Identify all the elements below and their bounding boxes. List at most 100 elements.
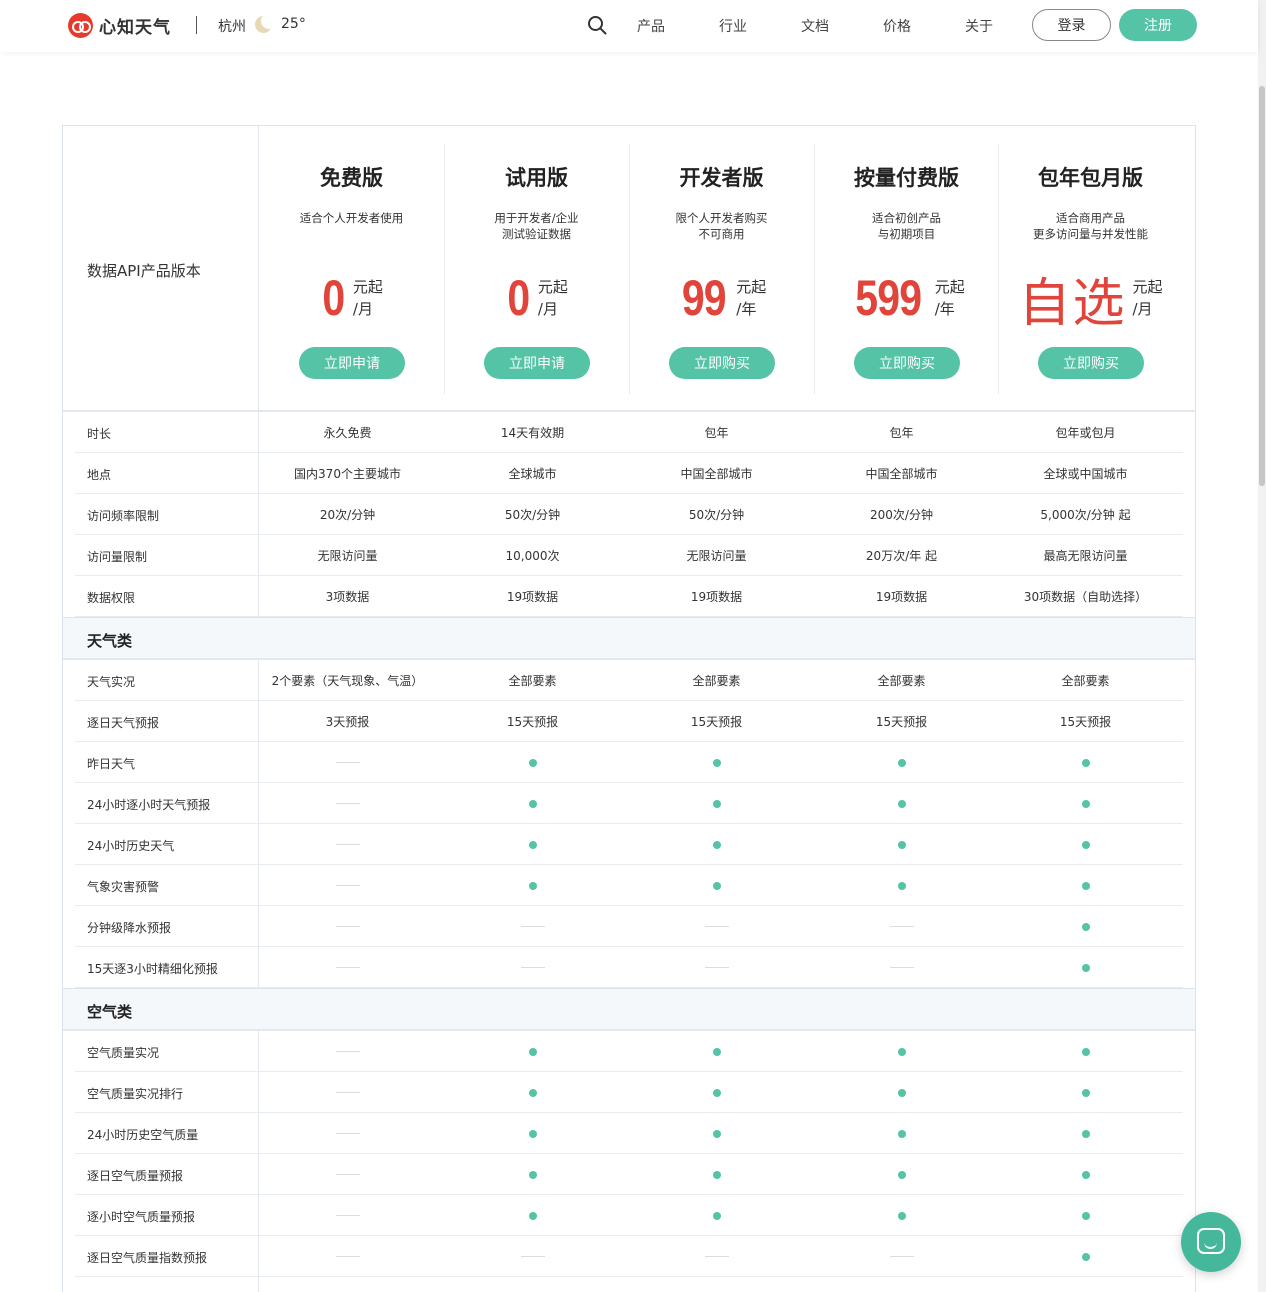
included-dot-icon (712, 881, 721, 890)
row-label: 逐小时空气质量预报 (87, 1210, 196, 1224)
row-label-cell: 24小时历史天气 (63, 824, 259, 865)
plan-cta-button[interactable]: 立即购买 (669, 347, 775, 379)
table-cell (440, 783, 625, 824)
table-cell (255, 1154, 440, 1195)
login-button[interactable]: 登录 (1032, 9, 1111, 41)
table-row: 24小时历史空气质量 (63, 1113, 1195, 1154)
nav-pricing[interactable]: 价格 (867, 16, 927, 36)
table-cell (255, 947, 440, 988)
cell-value: 14天有效期 (500, 426, 565, 440)
not-included-dash-icon (335, 1215, 360, 1216)
table-row (63, 1277, 1195, 1292)
table-cell (809, 1195, 994, 1236)
table-cell (440, 906, 625, 947)
row-label: 气象灾害预警 (87, 880, 160, 894)
table-cell: 最高无限访问量 (993, 535, 1178, 576)
table-cell (624, 865, 809, 906)
plan-separator (629, 144, 630, 394)
nav-about[interactable]: 关于 (949, 16, 1009, 36)
search-icon[interactable] (587, 15, 607, 35)
plan-column: 包年包月版 适合商用产品 更多访问量与并发性能 自选 元起/月 立即购买 (998, 126, 1183, 410)
nav-products[interactable]: 产品 (621, 16, 681, 36)
row-label-cell: 时长 (63, 412, 259, 453)
plan-price-unit: 元起/年 (736, 276, 766, 320)
plan-cta-button[interactable]: 立即申请 (484, 347, 590, 379)
not-included-dash-icon (520, 1256, 545, 1257)
row-label-cell: 逐小时空气质量预报 (63, 1195, 259, 1236)
cell-value: 15天预报 (875, 715, 928, 729)
plan-cta-button[interactable]: 立即购买 (854, 347, 960, 379)
nav-docs[interactable]: 文档 (785, 16, 845, 36)
plan-price-unit-top: 元起 (352, 278, 383, 296)
cell-value: 包年 (704, 426, 729, 440)
included-dot-icon (1081, 1129, 1090, 1138)
plan-cta-button[interactable]: 立即购买 (1038, 347, 1144, 379)
table-cell (993, 1154, 1178, 1195)
plan-separator (998, 144, 999, 394)
table-cell (440, 947, 625, 988)
table-cell: 包年 (809, 412, 994, 453)
table-cell: 包年或包月 (993, 412, 1178, 453)
cell-value: 20万次/年 起 (865, 549, 938, 563)
table-row: 时长 永久免费 14天有效期 包年 包年 包年或包月 (63, 412, 1195, 453)
plan-column: 开发者版 限个人开发者购买 不可商用 99 元起/年 立即购买 (629, 126, 814, 410)
included-dot-icon (712, 799, 721, 808)
table-cell: 5,000次/分钟 起 (993, 494, 1178, 535)
row-label-cell: 访问量限制 (63, 535, 259, 576)
plan-price: 599 元起/年 (814, 268, 999, 328)
row-label-cell: 逐日天气预报 (63, 701, 259, 742)
table-cell: 19项数据 (624, 576, 809, 617)
row-label: 访问量限制 (87, 550, 148, 564)
plan-cta-button[interactable]: 立即申请 (299, 347, 405, 379)
table-cell (809, 1113, 994, 1154)
chat-button[interactable] (1181, 1212, 1241, 1272)
table-row: 访问频率限制 20次/分钟 50次/分钟 50次/分钟 200次/分钟 5,000次/分钟… (63, 494, 1195, 535)
row-label: 地点 (87, 468, 112, 482)
logo[interactable]: 心知天气 (68, 12, 171, 38)
table-cell: 20万次/年 起 (809, 535, 994, 576)
table-cell: 50次/分钟 (440, 494, 625, 535)
row-label: 天气实况 (87, 675, 136, 689)
table-cell (440, 824, 625, 865)
table-cell (440, 1195, 625, 1236)
row-label-cell: 昨日天气 (63, 742, 259, 783)
register-button[interactable]: 注册 (1119, 9, 1197, 41)
included-dot-icon (897, 1211, 906, 1220)
table-cell (624, 1236, 809, 1277)
not-included-dash-icon (335, 844, 360, 845)
nav-industries[interactable]: 行业 (703, 16, 763, 36)
row-label: 空气质量实况排行 (87, 1087, 184, 1101)
logo-icon (68, 12, 93, 38)
not-included-dash-icon (704, 926, 729, 927)
cell-value: 全部要素 (508, 674, 557, 688)
plans-header: 数据API产品版本 免费版 适合个人开发者使用 0 元起/月 立即申请 试用版 用于开发者/… (63, 126, 1195, 412)
included-dot-icon (1081, 922, 1090, 931)
included-dot-icon (1081, 799, 1090, 808)
table-cell (255, 1113, 440, 1154)
logo-text: 心知天气 (99, 17, 171, 38)
table-cell: 全球或中国城市 (993, 453, 1178, 494)
table-cell (993, 947, 1178, 988)
table-row: 天气实况 2个要素（天气现象、气温） 全部要素 全部要素 全部要素 全部要素 (63, 660, 1195, 701)
plan-price: 自选 元起/月 (998, 268, 1183, 333)
row-label-cell: 空气质量实况 (63, 1031, 259, 1072)
table-cell (255, 1072, 440, 1113)
row-label-cell: 24小时历史空气质量 (63, 1113, 259, 1154)
included-dot-icon (1081, 1088, 1090, 1097)
table-cell (809, 865, 994, 906)
table-cell (255, 1195, 440, 1236)
table-cell (624, 947, 809, 988)
table-cell: 3天预报 (255, 701, 440, 742)
current-temperature: 25° (281, 16, 306, 32)
not-included-dash-icon (520, 926, 545, 927)
not-included-dash-icon (335, 885, 360, 886)
feature-rows: 时长 永久免费 14天有效期 包年 包年 包年或包月 地点 国内370个主要城市 全球城市 中国全… (63, 412, 1195, 1292)
included-dot-icon (1081, 963, 1090, 972)
plan-description-line: 适合个人开发者使用 (299, 211, 404, 225)
cell-value: 3项数据 (325, 590, 370, 604)
plan-name: 包年包月版 (1038, 166, 1143, 190)
table-cell: 无限访问量 (624, 535, 809, 576)
current-city[interactable]: 杭州 (218, 16, 246, 36)
scrollbar-thumb[interactable] (1259, 86, 1265, 486)
row-label-cell: 空气质量实况排行 (63, 1072, 259, 1113)
